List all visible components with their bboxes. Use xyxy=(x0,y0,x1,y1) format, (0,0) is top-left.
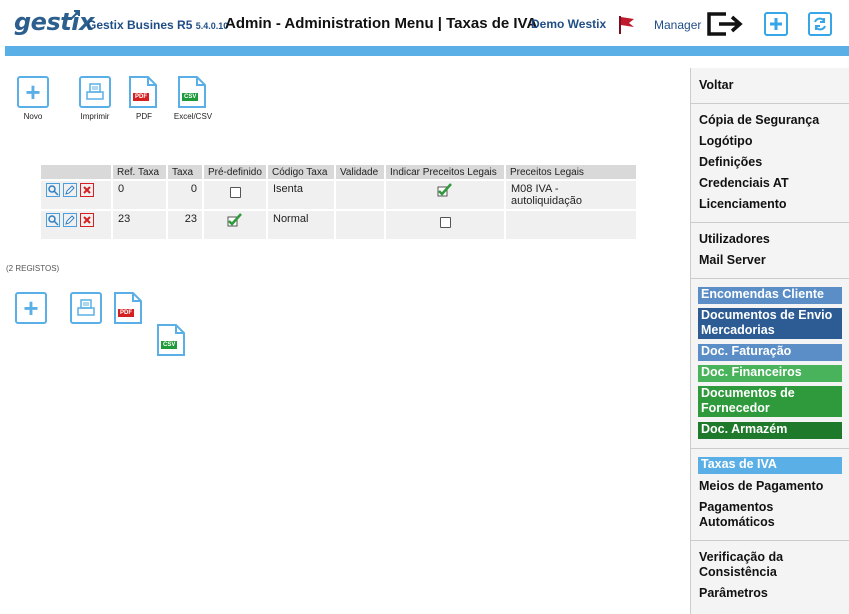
pdf-icon: PDF xyxy=(128,76,160,108)
table-row: 23 23 Normal xyxy=(41,209,636,239)
plus-icon: + xyxy=(23,293,39,323)
csv-label: Excel/CSV xyxy=(173,112,213,121)
menu-taxas-iva[interactable]: Taxas de IVA xyxy=(698,457,842,474)
col-ref[interactable]: Ref. Taxa xyxy=(113,165,166,179)
side-menu: Voltar Cópia de Segurança Logótipo Defin… xyxy=(690,68,849,614)
menu-divider xyxy=(691,540,849,541)
menu-divider xyxy=(691,222,849,223)
menu-documentos-fornecedor[interactable]: Documentos de Fornecedor xyxy=(698,386,842,417)
header-divider xyxy=(5,46,849,56)
cell-ref: 23 xyxy=(113,209,166,239)
edit-icon[interactable] xyxy=(63,183,77,197)
new-button[interactable]: + Novo xyxy=(3,76,63,121)
menu-divider xyxy=(691,103,849,104)
checkmark-icon xyxy=(227,213,242,227)
menu-licenciamento[interactable]: Licenciamento xyxy=(699,197,787,212)
menu-encomendas-cliente[interactable]: Encomendas Cliente xyxy=(698,287,842,304)
csv-icon xyxy=(157,324,185,356)
new-button-bottom[interactable]: + xyxy=(15,292,47,324)
unchecked-box-icon xyxy=(229,187,241,198)
cell-indicar xyxy=(386,209,504,239)
col-taxa[interactable]: Taxa xyxy=(168,165,202,179)
checkmark-icon xyxy=(437,183,452,197)
menu-doc-armazem[interactable]: Doc. Armazém xyxy=(698,422,842,439)
record-count: (2 REGISTOS) xyxy=(6,264,60,273)
cell-validade xyxy=(336,209,384,239)
user-link[interactable]: Manager xyxy=(654,18,701,32)
pdf-label: PDF xyxy=(136,112,152,121)
gestix-logo: gestix xyxy=(14,8,94,36)
search-icon[interactable] xyxy=(46,213,60,227)
cell-preceitos: M08 IVA - autoliquidação xyxy=(506,179,636,209)
printer-icon xyxy=(79,76,111,108)
col-actions xyxy=(41,165,111,179)
cell-preceitos xyxy=(506,209,636,239)
menu-copia-seguranca[interactable]: Cópia de Segurança xyxy=(699,113,819,128)
logo-arrow-icon xyxy=(70,10,80,20)
menu-documentos-envio[interactable]: Documentos de Envio Mercadorias xyxy=(698,308,842,339)
print-label: Imprimir xyxy=(80,112,110,121)
header-refresh-button[interactable] xyxy=(808,12,832,36)
menu-doc-faturacao[interactable]: Doc. Faturação xyxy=(698,344,842,361)
delete-icon[interactable] xyxy=(80,183,94,197)
menu-divider xyxy=(691,278,849,279)
col-codigo[interactable]: Código Taxa xyxy=(268,165,334,179)
menu-pagamentos-automaticos[interactable]: Pagamentos Automáticos xyxy=(699,500,809,530)
row-actions xyxy=(41,179,111,209)
logout-icon[interactable] xyxy=(706,10,744,38)
plus-icon: + xyxy=(17,76,49,108)
menu-parametros[interactable]: Parâmetros xyxy=(699,586,768,601)
cell-codigo: Normal xyxy=(268,209,334,239)
refresh-icon xyxy=(814,17,826,31)
new-label: Novo xyxy=(23,112,43,121)
pdf-icon xyxy=(114,292,142,324)
table-header-row: Ref. Taxa Taxa Pré-definido Código Taxa … xyxy=(41,165,636,179)
menu-credenciais-at[interactable]: Credenciais AT xyxy=(699,176,789,191)
col-predefinido[interactable]: Pré-definido xyxy=(204,165,266,179)
menu-doc-financeiros[interactable]: Doc. Financeiros xyxy=(698,365,842,382)
menu-divider xyxy=(691,448,849,449)
printer-icon xyxy=(77,299,95,316)
unchecked-box-icon xyxy=(439,217,451,228)
company-link[interactable]: Demo Westix xyxy=(531,17,606,31)
menu-meios-pagamento[interactable]: Meios de Pagamento xyxy=(699,479,823,494)
cell-validade xyxy=(336,179,384,209)
row-actions xyxy=(41,209,111,239)
pdf-button-bottom[interactable]: PDF xyxy=(113,292,143,324)
menu-logotipo[interactable]: Logótipo xyxy=(699,134,752,149)
table-row: 0 0 Isenta M08 IVA - autoliquidação xyxy=(41,179,636,209)
col-validade[interactable]: Validade xyxy=(336,165,384,179)
cell-predefinido xyxy=(204,179,266,209)
cell-taxa: 23 xyxy=(168,209,202,239)
menu-voltar[interactable]: Voltar xyxy=(699,78,734,93)
header-add-button[interactable] xyxy=(764,12,788,36)
cell-indicar xyxy=(386,179,504,209)
cell-taxa: 0 xyxy=(168,179,202,209)
csv-icon: CSV xyxy=(177,76,209,108)
cell-ref: 0 xyxy=(113,179,166,209)
menu-utilizadores[interactable]: Utilizadores xyxy=(699,232,770,247)
csv-button-bottom[interactable]: CSV xyxy=(156,324,186,356)
menu-definicoes[interactable]: Definições xyxy=(699,155,762,170)
cell-predefinido xyxy=(204,209,266,239)
col-preceitos[interactable]: Preceitos Legais xyxy=(506,165,636,179)
csv-button[interactable]: CSV Excel/CSV xyxy=(163,76,223,121)
product-name: Gestix Busines R5 5.4.0.10 xyxy=(87,18,229,32)
delete-icon[interactable] xyxy=(80,213,94,227)
col-indicar[interactable]: Indicar Preceitos Legais xyxy=(386,165,504,179)
menu-mail-server[interactable]: Mail Server xyxy=(699,253,766,268)
plus-icon xyxy=(770,18,782,30)
cell-codigo: Isenta xyxy=(268,179,334,209)
flag-icon[interactable] xyxy=(616,14,638,36)
edit-icon[interactable] xyxy=(63,213,77,227)
vat-rates-table: Ref. Taxa Taxa Pré-definido Código Taxa … xyxy=(39,165,638,239)
print-button-bottom[interactable] xyxy=(70,292,102,324)
search-icon[interactable] xyxy=(46,183,60,197)
page-title: Admin - Administration Menu | Taxas de I… xyxy=(225,15,538,32)
menu-verificacao-consistencia[interactable]: Verificação da Consistência xyxy=(699,550,809,580)
